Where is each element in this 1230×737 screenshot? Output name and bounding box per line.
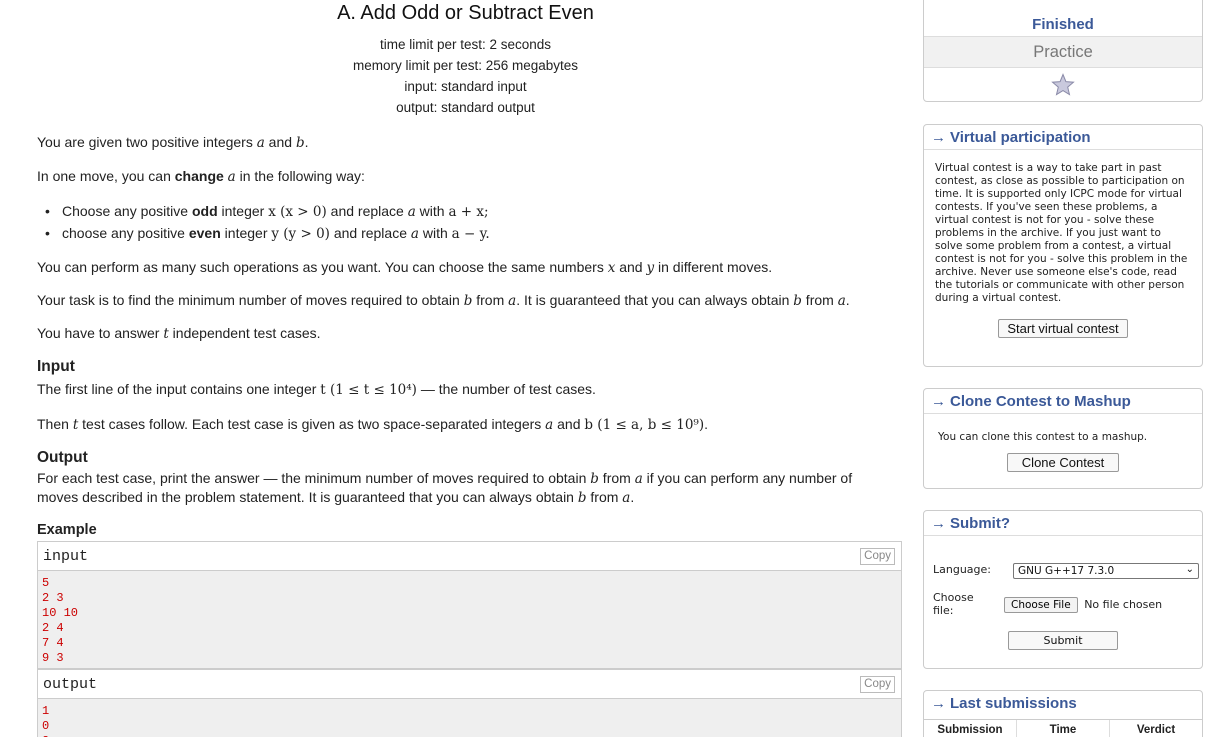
last-submissions-table-header: Submission Time Verdict	[924, 719, 1202, 737]
column-header: Verdict	[1136, 724, 1176, 736]
last-submissions-title: → Last submissions	[931, 695, 1077, 712]
example-title: Example	[37, 522, 97, 538]
sample-input-text: 5 2 3 10 10 2 4 7 4 9 3	[42, 576, 79, 665]
output-section-title: Output	[37, 449, 88, 466]
clone-contest-title: → Clone Contest to Mashup	[924, 389, 1202, 414]
arrow-icon: →	[931, 129, 946, 146]
list-item: choose any positive even integer y (y > …	[37, 224, 490, 246]
submit-title: → Submit?	[924, 511, 1202, 536]
problem-limits: time limit per test: 2 seconds memory li…	[37, 34, 902, 118]
column-header: Time	[1017, 720, 1110, 737]
choose-file-label: Choose file:	[933, 591, 974, 617]
time-limit: time limit per test: 2 seconds	[379, 37, 552, 52]
file-status: No file chosen	[1084, 598, 1163, 611]
sample-output-label: output	[43, 676, 98, 693]
submit-box: → Submit? Language: GNU G++17 7.3.0 ⌄ Cho…	[923, 510, 1203, 669]
output-spec: output: standard output	[396, 100, 535, 115]
output-description: For each test case, print the answer — t…	[37, 470, 853, 506]
statement-paragraph: In one move, you can change a in the fol…	[37, 168, 365, 185]
statement-paragraph: You are given two positive integers a an…	[37, 134, 309, 151]
sample-input-label: input	[43, 548, 89, 565]
statement-paragraph: You can perform as many such operations …	[37, 259, 773, 276]
arrow-icon: →	[931, 393, 946, 410]
problem-title: A. Add Odd or Subtract Even	[337, 2, 594, 24]
clone-contest-box: → Clone Contest to Mashup You can clone t…	[923, 388, 1203, 489]
input-description: The first line of the input contains one…	[37, 381, 596, 398]
sample-output-header: output Copy	[38, 670, 901, 699]
chevron-down-icon: ⌄	[1185, 564, 1194, 575]
copy-input-button[interactable]: Copy	[860, 548, 895, 565]
column-header: Submission	[924, 720, 1017, 737]
start-virtual-contest-button[interactable]: Start virtual contest	[998, 319, 1128, 338]
clone-contest-text: You can clone this contest to a mashup.	[938, 431, 1148, 443]
arrow-icon: →	[931, 695, 946, 712]
language-select[interactable]: GNU G++17 7.3.0 ⌄	[1013, 563, 1199, 579]
input-description: Then t test cases follow. Each test case…	[37, 416, 708, 433]
clone-contest-button[interactable]: Clone Contest	[1006, 453, 1120, 472]
virtual-participation-box: → Virtual participation Virtual contest i…	[923, 124, 1203, 367]
star-icon[interactable]	[1051, 73, 1075, 97]
contest-status: Finished	[924, 0, 1202, 37]
contest-mode: Practice	[924, 37, 1202, 68]
contest-phase-box: Finished Practice	[923, 0, 1203, 102]
statement-paragraph: You have to answer t independent test ca…	[37, 325, 321, 342]
last-submissions-box: → Last submissions Submission Time Verdic…	[923, 690, 1203, 737]
sample-input: input Copy 5 2 3 10 10 2 4 7 4 9 3	[37, 541, 902, 669]
language-label: Language:	[933, 563, 991, 576]
memory-limit: memory limit per test: 256 megabytes	[352, 58, 579, 73]
input-spec: input: standard input	[404, 79, 527, 94]
problem-statement: A. Add Odd or Subtract Even time limit p…	[37, 0, 902, 737]
sample-output: output Copy 1 0 2	[37, 669, 902, 737]
statement-paragraph: Your task is to find the minimum number …	[37, 292, 850, 309]
sample-input-header: input Copy	[38, 542, 901, 571]
submit-button[interactable]: Submit	[1008, 631, 1118, 650]
input-section-title: Input	[37, 358, 75, 375]
language-row: Language: GNU G++17 7.3.0 ⌄	[933, 563, 1203, 583]
moves-list: Choose any positive odd integer x (x > 0…	[37, 202, 490, 246]
virtual-participation-title: → Virtual participation	[924, 125, 1202, 150]
virtual-participation-text: Virtual contest is a way to take part in…	[935, 162, 1188, 304]
choose-file-button[interactable]: Choose File	[1004, 597, 1078, 613]
list-item: Choose any positive odd integer x (x > 0…	[37, 202, 490, 224]
sample-output-text: 1 0 2	[42, 704, 50, 737]
copy-output-button[interactable]: Copy	[860, 676, 895, 693]
file-chooser: Choose File No file chosen	[1004, 597, 1162, 613]
arrow-icon: →	[931, 515, 946, 532]
